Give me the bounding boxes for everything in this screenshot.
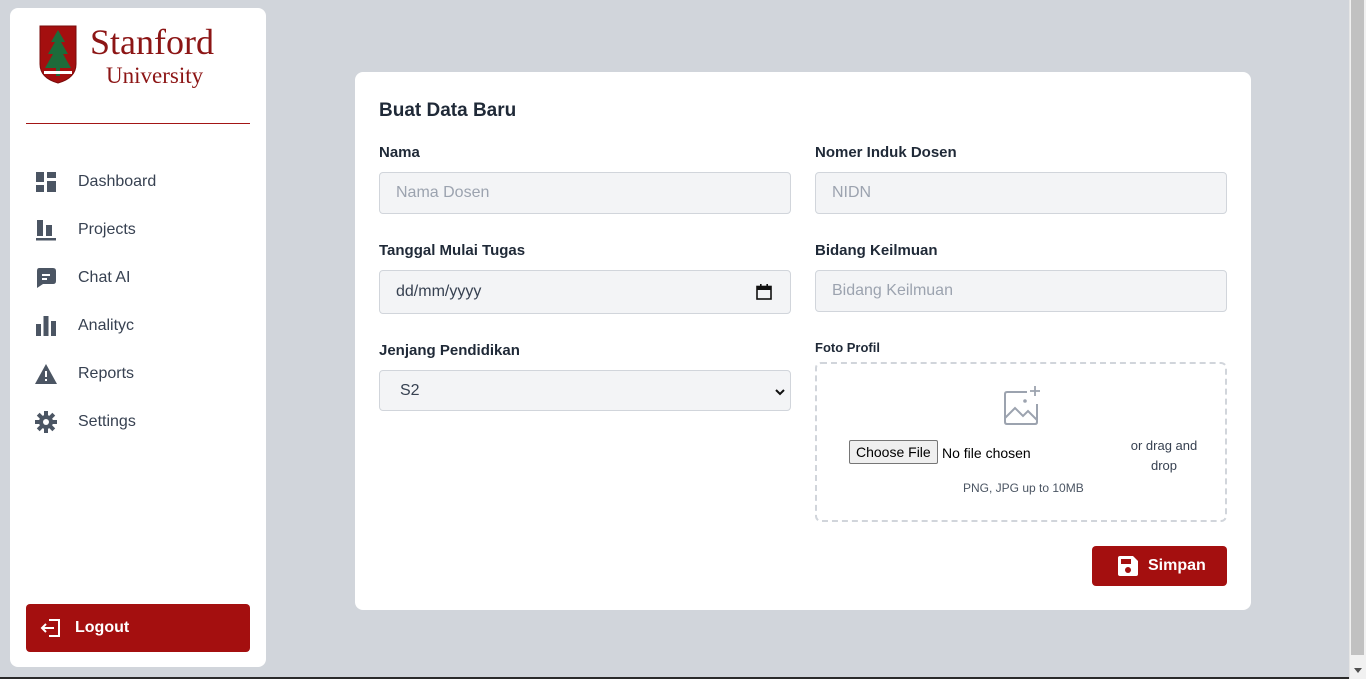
drag-drop-text: or drag and drop bbox=[1130, 438, 1198, 473]
logo-line1: Stanford bbox=[90, 22, 214, 62]
sidebar-item-label: Reports bbox=[78, 365, 135, 382]
tanggal-date-input[interactable]: dd/mm/yyyy bbox=[379, 270, 791, 314]
logout-icon bbox=[39, 616, 63, 640]
scroll-down-arrow-icon[interactable] bbox=[1349, 662, 1366, 679]
sidebar-item-analytics[interactable]: Analityc bbox=[26, 302, 250, 350]
gear-icon bbox=[34, 410, 58, 434]
tanggal-label: Tanggal Mulai Tugas bbox=[379, 242, 526, 259]
sidebar-item-settings[interactable]: Settings bbox=[26, 398, 250, 446]
bidang-placeholder: Bidang Keilmuan bbox=[832, 282, 953, 299]
projects-icon bbox=[34, 218, 58, 242]
nama-input[interactable]: Nama Dosen bbox=[379, 172, 791, 214]
no-file-text: No file chosen bbox=[942, 445, 1031, 461]
nidn-placeholder: NIDN bbox=[832, 184, 872, 201]
sidebar-item-chat-ai[interactable]: Chat AI bbox=[26, 254, 250, 302]
nama-label: Nama bbox=[379, 144, 420, 161]
dashboard-icon bbox=[34, 170, 58, 194]
file-dropzone[interactable]: Choose File No file chosen or drag and d… bbox=[815, 362, 1227, 522]
form-card: Buat Data Baru Nama Nama Dosen Nomer Ind… bbox=[355, 72, 1251, 610]
nama-placeholder: Nama Dosen bbox=[396, 184, 490, 201]
nidn-label: Nomer Induk Dosen bbox=[815, 144, 957, 161]
sidebar-item-projects[interactable]: Projects bbox=[26, 206, 250, 254]
sidebar-item-reports[interactable]: Reports bbox=[26, 350, 250, 398]
logo-line2: University bbox=[106, 63, 204, 88]
sidebar-item-label: Analityc bbox=[78, 317, 135, 334]
nidn-input[interactable]: NIDN bbox=[815, 172, 1227, 214]
page-title: Buat Data Baru bbox=[379, 100, 517, 121]
scrollbar-thumb[interactable] bbox=[1351, 0, 1364, 655]
warning-icon bbox=[34, 362, 58, 386]
bidang-label: Bidang Keilmuan bbox=[815, 242, 938, 259]
bidang-input[interactable]: Bidang Keilmuan bbox=[815, 270, 1227, 312]
foto-label: Foto Profil bbox=[815, 340, 880, 355]
logout-label: Logout bbox=[75, 619, 130, 636]
sidebar-item-label: Dashboard bbox=[78, 173, 157, 190]
sidebar: Stanford University Dashboard Projects C… bbox=[10, 8, 266, 667]
jenjang-select[interactable]: S2 bbox=[379, 370, 791, 411]
sidebar-item-label: Projects bbox=[78, 221, 136, 238]
jenjang-selected-value: S2 bbox=[400, 381, 420, 399]
sidebar-nav: Dashboard Projects Chat AI Analityc Repo… bbox=[26, 158, 250, 446]
tanggal-placeholder: dd/mm/yyyy bbox=[396, 283, 482, 300]
logout-button[interactable]: Logout bbox=[26, 604, 250, 652]
save-label: Simpan bbox=[1148, 557, 1206, 574]
sidebar-item-dashboard[interactable]: Dashboard bbox=[26, 158, 250, 206]
calendar-icon[interactable] bbox=[756, 284, 772, 305]
stanford-tree-icon bbox=[39, 25, 77, 84]
stanford-logo[interactable]: Stanford University bbox=[38, 24, 238, 100]
sidebar-item-label: Chat AI bbox=[78, 269, 131, 286]
divider bbox=[26, 123, 250, 124]
file-hint: PNG, JPG up to 10MB bbox=[963, 481, 1084, 495]
sidebar-item-label: Settings bbox=[78, 413, 136, 430]
analytics-icon bbox=[34, 314, 58, 338]
jenjang-label: Jenjang Pendidikan bbox=[379, 342, 520, 359]
save-button[interactable]: Simpan bbox=[1092, 546, 1227, 586]
chevron-down-icon bbox=[774, 385, 786, 403]
chat-icon bbox=[34, 266, 58, 290]
choose-file-button[interactable]: Choose File bbox=[849, 440, 938, 464]
image-upload-icon bbox=[1003, 386, 1043, 431]
floppy-disk-icon bbox=[1118, 556, 1138, 576]
